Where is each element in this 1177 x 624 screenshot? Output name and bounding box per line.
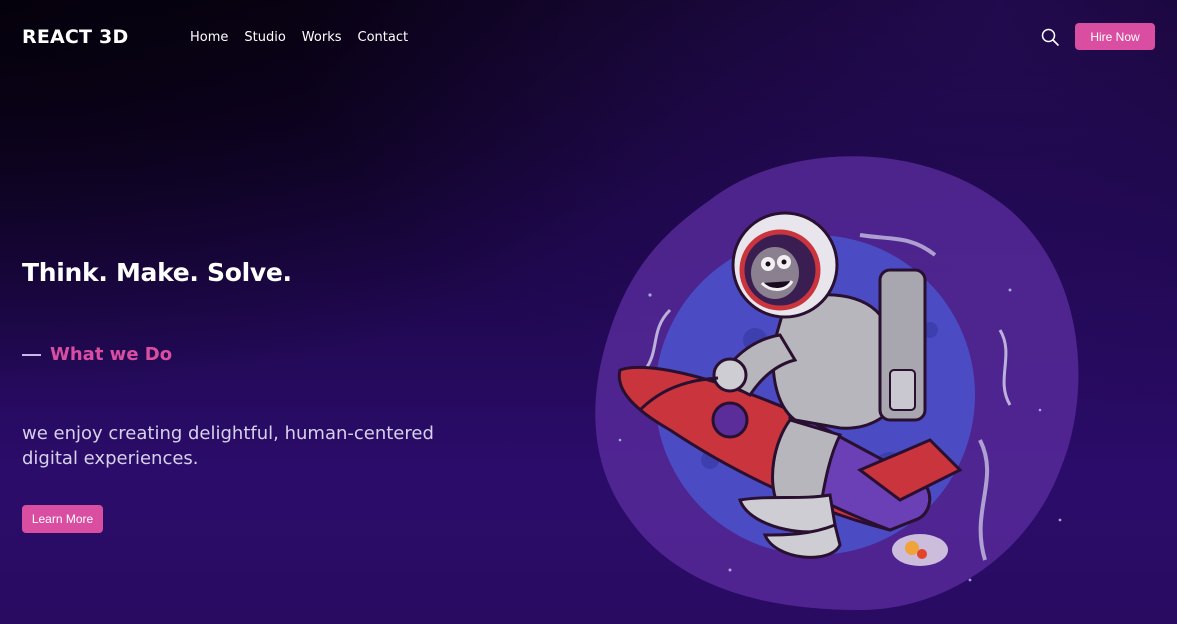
what-we-do-label: What we Do [50, 344, 173, 365]
nav-link-works[interactable]: Works [302, 30, 342, 45]
search-icon[interactable] [1040, 27, 1060, 47]
divider-line [22, 353, 41, 356]
navbar: REACT 3D Home Studio Works Contact Hire … [0, 0, 1177, 75]
hero-description: we enjoy creating delightful, human-cent… [22, 423, 434, 469]
learn-more-button[interactable]: Learn More [22, 505, 103, 533]
hero-title: Think. Make. Solve. [22, 258, 292, 287]
astronaut-illustration [590, 140, 1090, 624]
hire-now-button[interactable]: Hire Now [1075, 23, 1155, 50]
nav-link-studio[interactable]: Studio [244, 30, 285, 45]
logo[interactable]: REACT 3D [22, 26, 128, 48]
what-we-do-section: What we Do [22, 344, 172, 365]
nav-link-home[interactable]: Home [190, 30, 228, 45]
nav-link-contact[interactable]: Contact [358, 30, 409, 45]
nav-links: Home Studio Works Contact [190, 30, 408, 45]
